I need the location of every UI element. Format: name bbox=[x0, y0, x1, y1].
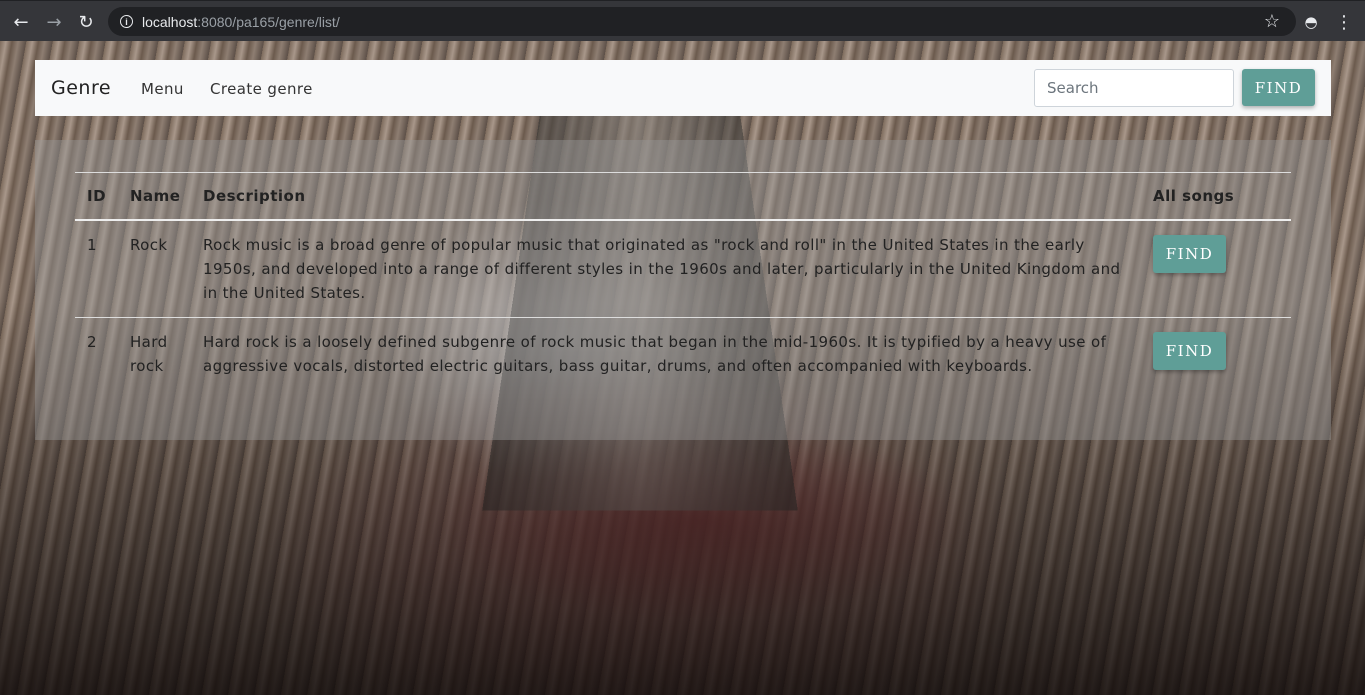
genre-name: Rock bbox=[130, 236, 168, 254]
genre-id: 1 bbox=[87, 236, 97, 254]
genre-description: Rock music is a broad genre of popular m… bbox=[203, 236, 1121, 302]
navbar-brand[interactable]: Genre bbox=[51, 77, 111, 99]
table-row: 2 Hard rock Hard rock is a loosely defin… bbox=[75, 317, 1291, 390]
column-header-description: Description bbox=[203, 172, 1153, 221]
back-icon[interactable]: ← bbox=[9, 10, 33, 34]
nav-link-menu[interactable]: Menu bbox=[141, 80, 184, 98]
forward-icon[interactable]: → bbox=[42, 10, 66, 34]
menu-dots-icon[interactable]: ⋮ bbox=[1332, 10, 1356, 34]
find-songs-button[interactable]: FIND bbox=[1153, 235, 1226, 273]
bookmark-star-icon[interactable]: ☆ bbox=[1264, 11, 1280, 32]
url-host: localhost bbox=[142, 13, 198, 30]
navbar: Genre Menu Create genre FIND bbox=[35, 60, 1331, 116]
table-row: 1 Rock Rock music is a broad genre of po… bbox=[75, 220, 1291, 318]
column-header-id: ID bbox=[75, 172, 130, 221]
find-songs-button[interactable]: FIND bbox=[1153, 332, 1226, 370]
genre-list-panel: ID Name Description All songs 1 Rock Roc… bbox=[35, 140, 1331, 440]
browser-toolbar: ← → ↻ i localhost:8080/pa165/genre/list/… bbox=[0, 0, 1365, 41]
search-input[interactable] bbox=[1034, 69, 1234, 107]
site-info-icon[interactable]: i bbox=[120, 15, 133, 28]
column-header-all-songs: All songs bbox=[1153, 172, 1291, 221]
songs-cell: FIND bbox=[1153, 317, 1291, 390]
genre-name: Hard rock bbox=[130, 317, 203, 390]
reload-icon[interactable]: ↻ bbox=[74, 10, 98, 34]
address-bar[interactable]: i localhost:8080/pa165/genre/list/ ☆ bbox=[108, 7, 1296, 36]
songs-cell: FIND bbox=[1153, 220, 1291, 318]
nav-link-create-genre[interactable]: Create genre bbox=[210, 80, 313, 98]
column-header-name: Name bbox=[130, 172, 203, 221]
genre-table: ID Name Description All songs 1 Rock Roc… bbox=[75, 172, 1291, 390]
genre-id: 2 bbox=[75, 317, 130, 390]
table-header-row: ID Name Description All songs bbox=[75, 172, 1291, 221]
search-find-button[interactable]: FIND bbox=[1242, 69, 1315, 106]
url-path: :8080/pa165/genre/list/ bbox=[197, 13, 340, 30]
genre-description: Hard rock is a loosely defined subgenre … bbox=[203, 317, 1153, 390]
incognito-icon[interactable]: ◓ bbox=[1299, 10, 1323, 34]
